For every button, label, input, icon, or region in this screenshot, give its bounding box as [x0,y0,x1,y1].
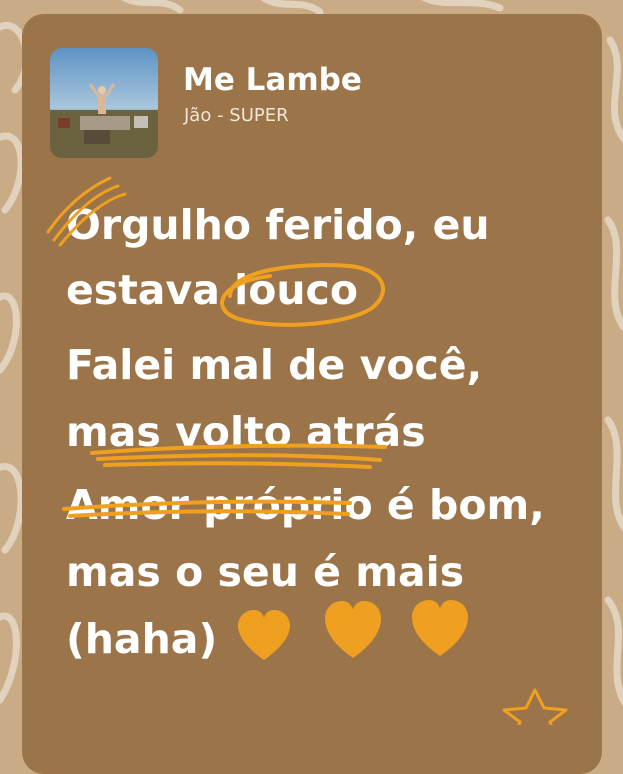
lyric-line: estava louco [66,266,359,314]
lyric-line: (haha) [66,615,218,663]
album-cover-image [50,48,158,158]
lyric-line: mas volto atrás [66,408,426,456]
lyric-line: mas o seu é mais [66,548,465,596]
lyric-line: Orgulho ferido, eu [66,201,490,249]
song-artist-album: Jão - SUPER [184,105,289,126]
lyric-line: Falei mal de você, [66,341,483,389]
song-title: Me Lambe [183,62,362,98]
album-cover [50,48,158,158]
lyric-line: Amor próprio é bom, [66,481,545,529]
